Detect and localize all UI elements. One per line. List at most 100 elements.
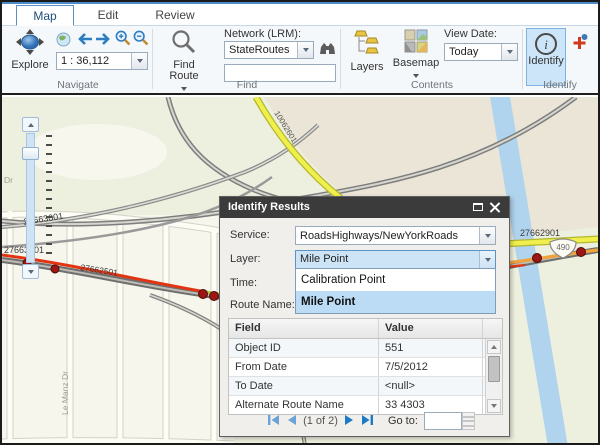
attribute-table-body: Object ID 551 From Date 7/5/2012 To Date… (229, 339, 502, 415)
scrollbar-up-icon[interactable] (487, 340, 501, 354)
network-lrm-caret-icon[interactable] (297, 42, 313, 58)
tab-edit[interactable]: Edit (78, 5, 138, 26)
network-lrm-combo[interactable]: StateRoutes (224, 41, 314, 59)
service-combo[interactable]: RoadsHighways/NewYorkRoads (295, 226, 496, 245)
group-separator (340, 29, 341, 89)
map-scale-combo[interactable]: 1 : 36,112 (56, 52, 148, 70)
previous-extent-arrow-icon[interactable] (75, 32, 93, 51)
attribute-table: Field Value Object ID 551 From Date 7/5/… (228, 318, 503, 415)
cell-value: 7/5/2012 (379, 358, 483, 376)
explore-button[interactable]: Explore (8, 29, 52, 71)
ribbon: Explore 1 : 36,112 Navigate Find (2, 26, 598, 95)
tab-review[interactable]: Review (142, 5, 208, 26)
dialog-titlebar[interactable]: Identify Results (220, 197, 509, 218)
street-label-dr: Dr (4, 175, 13, 185)
network-lrm-label: Network (LRM): (224, 28, 301, 40)
scrollbar-thumb[interactable] (488, 356, 500, 382)
table-row[interactable]: Object ID 551 (229, 339, 502, 358)
close-icon[interactable] (489, 201, 501, 213)
zoom-in-icon[interactable] (115, 30, 131, 51)
shield-490-text: 490 (556, 243, 570, 252)
basemap-caret-icon (413, 74, 419, 78)
column-header-value: Value (379, 319, 483, 338)
zoom-slider-thumb[interactable] (22, 147, 39, 160)
full-extent-globe-icon[interactable] (56, 32, 71, 52)
basemap-label: Basemap (392, 58, 440, 69)
table-row[interactable]: To Date <null> (229, 377, 502, 396)
map-zoom-slider[interactable] (22, 117, 70, 279)
route-name-label: Route Name: (230, 299, 295, 311)
identify-results-dialog: Identify Results Service: RoadsHighways/… (219, 196, 510, 437)
group-separator (522, 29, 523, 89)
view-date-caret-icon[interactable] (501, 44, 517, 60)
service-caret-icon[interactable] (479, 227, 495, 244)
find-route-magnifier-icon (171, 46, 197, 58)
zoom-slider-up-button[interactable] (22, 117, 39, 132)
record-pager: (1 of 2) Go to: (220, 412, 509, 430)
basemap-tiles-icon (404, 44, 428, 56)
cell-field: From Date (229, 358, 379, 376)
next-record-icon[interactable] (344, 414, 355, 429)
group-label-contents: Contents (344, 79, 520, 91)
dropdown-option-mile-point[interactable]: Mile Point (296, 291, 495, 313)
cell-value: 551 (379, 339, 483, 357)
street-label-lemanz: Le Manz Dr (60, 371, 70, 415)
zoom-slider-down-button[interactable] (22, 264, 39, 279)
maximize-icon[interactable] (473, 203, 483, 211)
map-scale-value: 1 : 36,112 (57, 55, 131, 67)
goto-spin-down-icon[interactable] (462, 421, 475, 430)
previous-record-icon[interactable] (286, 414, 297, 429)
layer-caret-icon[interactable] (479, 251, 495, 268)
layer-dropdown-list: Calibration Point Mile Point (295, 268, 496, 314)
layer-combo[interactable]: Mile Point (295, 250, 496, 269)
service-label: Service: (230, 229, 270, 241)
zoom-slider-ticks (46, 135, 52, 261)
goto-record-input[interactable] (424, 412, 462, 430)
dropdown-option-calibration-point[interactable]: Calibration Point (296, 269, 495, 291)
route-label-d: 27662901 (520, 228, 560, 238)
cell-value: <null> (379, 377, 483, 395)
view-date-label: View Date: (444, 28, 497, 40)
pager-position-text: (1 of 2) (303, 415, 338, 427)
ribbon-tab-bar: Map Edit Review (2, 4, 598, 26)
column-header-field: Field (229, 319, 379, 338)
explore-label: Explore (8, 60, 52, 71)
time-label: Time: (230, 277, 257, 289)
group-label-identify: Identify (524, 79, 596, 91)
goto-spinner[interactable] (462, 412, 475, 430)
identify-route-location-icon[interactable] (572, 34, 588, 55)
first-record-icon[interactable] (267, 414, 280, 429)
layers-label: Layers (346, 62, 388, 73)
table-row[interactable]: From Date 7/5/2012 (229, 358, 502, 377)
layer-value: Mile Point (296, 251, 479, 268)
goto-spin-up-icon[interactable] (462, 412, 475, 421)
scrollbar-down-icon[interactable] (487, 399, 501, 413)
tab-map[interactable]: Map (16, 5, 74, 26)
network-lrm-value: StateRoutes (225, 44, 297, 56)
dialog-title: Identify Results (228, 201, 310, 213)
group-label-navigate: Navigate (8, 79, 148, 91)
binoculars-icon[interactable] (319, 42, 336, 62)
cell-field: To Date (229, 377, 379, 395)
layer-label: Layer: (230, 253, 261, 265)
view-date-value: Today (445, 46, 501, 58)
attribute-table-header: Field Value (229, 319, 502, 339)
basemap-button[interactable]: Basemap (392, 29, 440, 81)
table-scrollbar[interactable] (485, 339, 502, 414)
explore-icon (15, 46, 45, 58)
group-label-find: Find (158, 79, 336, 91)
layers-tree-icon (353, 48, 381, 60)
view-date-combo[interactable]: Today (444, 43, 518, 61)
last-record-icon[interactable] (361, 414, 374, 429)
application-window: Map Edit Review Explore (0, 0, 600, 445)
next-extent-arrow-icon[interactable] (95, 32, 113, 51)
map-scale-caret-icon[interactable] (131, 53, 147, 69)
zoom-out-icon[interactable] (133, 30, 149, 51)
identify-button[interactable]: i Identify (526, 28, 566, 86)
cell-field: Object ID (229, 339, 379, 357)
service-value: RoadsHighways/NewYorkRoads (296, 230, 479, 242)
identify-info-icon: i (535, 33, 557, 55)
layers-button[interactable]: Layers (346, 29, 388, 73)
identify-label: Identify (528, 55, 563, 67)
goto-label: Go to: (388, 415, 418, 427)
